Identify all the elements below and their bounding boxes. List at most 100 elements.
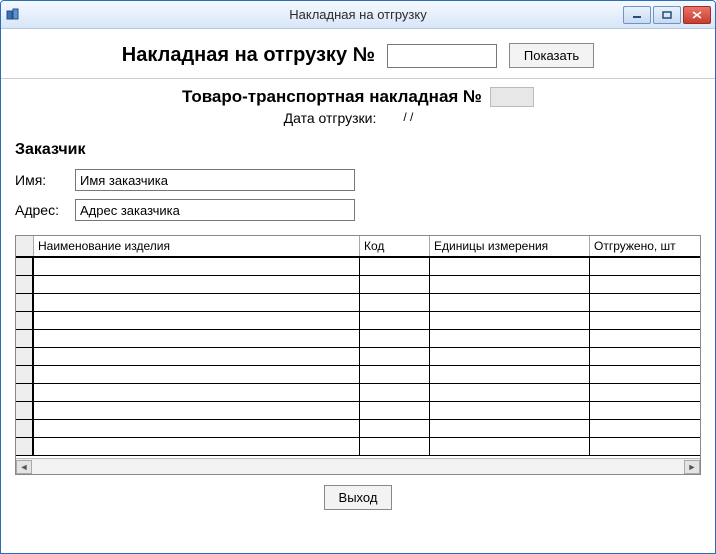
row-marker[interactable] xyxy=(16,258,34,275)
table-row[interactable] xyxy=(16,366,700,384)
window: Накладная на отгрузку Накладная на отгру… xyxy=(0,0,716,554)
row-marker[interactable] xyxy=(16,276,34,293)
grid-header: Наименование изделия Код Единицы измерен… xyxy=(16,236,700,258)
cell-name[interactable] xyxy=(34,330,360,347)
ttn-number-display xyxy=(490,87,534,107)
cell-name[interactable] xyxy=(34,402,360,419)
table-row[interactable] xyxy=(16,258,700,276)
maximize-button[interactable] xyxy=(653,6,681,24)
cell-name[interactable] xyxy=(34,384,360,401)
cell-unit[interactable] xyxy=(430,348,590,365)
table-row[interactable] xyxy=(16,420,700,438)
customer-section-title: Заказчик xyxy=(15,141,701,159)
table-row[interactable] xyxy=(16,402,700,420)
exit-button[interactable]: Выход xyxy=(324,485,393,510)
cell-name[interactable] xyxy=(34,366,360,383)
customer-name-input[interactable] xyxy=(75,169,355,191)
customer-name-label: Имя: xyxy=(15,172,65,188)
row-marker[interactable] xyxy=(16,312,34,329)
cell-code[interactable] xyxy=(360,384,430,401)
cell-unit[interactable] xyxy=(430,330,590,347)
cell-unit[interactable] xyxy=(430,366,590,383)
row-marker[interactable] xyxy=(16,402,34,419)
row-marker[interactable] xyxy=(16,420,34,437)
items-grid[interactable]: Наименование изделия Код Единицы измерен… xyxy=(15,235,701,475)
cell-unit[interactable] xyxy=(430,402,590,419)
invoice-label: Накладная на отгрузку № xyxy=(122,44,375,67)
table-row[interactable] xyxy=(16,294,700,312)
row-marker[interactable] xyxy=(16,366,34,383)
cell-qty[interactable] xyxy=(590,312,700,329)
title-buttons xyxy=(623,6,711,24)
cell-code[interactable] xyxy=(360,276,430,293)
cell-unit[interactable] xyxy=(430,312,590,329)
customer-name-row: Имя: xyxy=(15,169,701,191)
invoice-number-input[interactable] xyxy=(387,44,497,68)
cell-code[interactable] xyxy=(360,348,430,365)
titlebar: Накладная на отгрузку xyxy=(1,1,715,29)
cell-name[interactable] xyxy=(34,348,360,365)
cell-code[interactable] xyxy=(360,294,430,311)
cell-qty[interactable] xyxy=(590,420,700,437)
cell-unit[interactable] xyxy=(430,276,590,293)
cell-unit[interactable] xyxy=(430,258,590,275)
cell-name[interactable] xyxy=(34,276,360,293)
cell-name[interactable] xyxy=(34,312,360,329)
horizontal-scrollbar[interactable]: ◄ ► xyxy=(16,458,700,474)
col-header-unit[interactable]: Единицы измерения xyxy=(430,236,590,256)
cell-name[interactable] xyxy=(34,294,360,311)
cell-unit[interactable] xyxy=(430,294,590,311)
cell-qty[interactable] xyxy=(590,330,700,347)
cell-unit[interactable] xyxy=(430,420,590,437)
row-marker[interactable] xyxy=(16,438,34,455)
ship-date-row: Дата отгрузки: / / xyxy=(15,109,701,127)
col-header-qty[interactable]: Отгружено, шт xyxy=(590,236,700,256)
cell-name[interactable] xyxy=(34,258,360,275)
row-marker[interactable] xyxy=(16,294,34,311)
customer-address-input[interactable] xyxy=(75,199,355,221)
customer-address-row: Адрес: xyxy=(15,199,701,221)
grid-body[interactable] xyxy=(16,258,700,458)
cell-qty[interactable] xyxy=(590,276,700,293)
cell-qty[interactable] xyxy=(590,348,700,365)
table-row[interactable] xyxy=(16,438,700,456)
table-row[interactable] xyxy=(16,312,700,330)
table-row[interactable] xyxy=(16,348,700,366)
row-marker[interactable] xyxy=(16,348,34,365)
cell-name[interactable] xyxy=(34,420,360,437)
minimize-button[interactable] xyxy=(623,6,651,24)
cell-code[interactable] xyxy=(360,402,430,419)
cell-qty[interactable] xyxy=(590,402,700,419)
ttn-label: Товаро-транспортная накладная № xyxy=(182,87,482,107)
cell-qty[interactable] xyxy=(590,438,700,455)
cell-code[interactable] xyxy=(360,366,430,383)
cell-unit[interactable] xyxy=(430,438,590,455)
table-row[interactable] xyxy=(16,276,700,294)
cell-unit[interactable] xyxy=(430,384,590,401)
cell-name[interactable] xyxy=(34,438,360,455)
cell-qty[interactable] xyxy=(590,384,700,401)
cell-code[interactable] xyxy=(360,330,430,347)
customer-address-label: Адрес: xyxy=(15,202,65,218)
cell-code[interactable] xyxy=(360,312,430,329)
separator xyxy=(1,78,715,79)
footer: Выход xyxy=(15,475,701,510)
scroll-right-button[interactable]: ► xyxy=(684,460,700,474)
cell-code[interactable] xyxy=(360,420,430,437)
scroll-track[interactable] xyxy=(32,460,684,474)
scroll-left-button[interactable]: ◄ xyxy=(16,460,32,474)
col-header-name[interactable]: Наименование изделия xyxy=(34,236,360,256)
cell-qty[interactable] xyxy=(590,294,700,311)
cell-qty[interactable] xyxy=(590,366,700,383)
row-marker[interactable] xyxy=(16,384,34,401)
table-row[interactable] xyxy=(16,330,700,348)
col-header-code[interactable]: Код xyxy=(360,236,430,256)
cell-qty[interactable] xyxy=(590,258,700,275)
table-row[interactable] xyxy=(16,384,700,402)
row-marker[interactable] xyxy=(16,330,34,347)
close-button[interactable] xyxy=(683,6,711,24)
show-button[interactable]: Показать xyxy=(509,43,594,68)
cell-code[interactable] xyxy=(360,438,430,455)
ship-date-label: Дата отгрузки: xyxy=(284,110,377,126)
cell-code[interactable] xyxy=(360,258,430,275)
